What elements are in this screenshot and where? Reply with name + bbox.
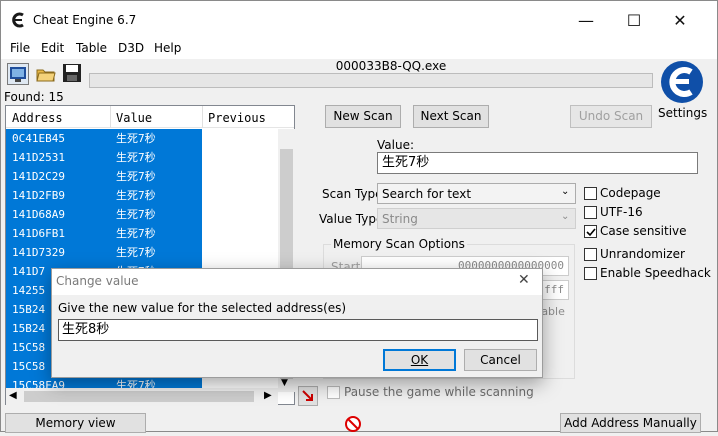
- scan-type-label: Scan Type: [322, 187, 383, 201]
- column-value[interactable]: Value: [116, 111, 152, 125]
- next-scan-button[interactable]: Next Scan: [413, 105, 489, 128]
- new-scan-button[interactable]: New Scan: [325, 105, 401, 128]
- red-arrow-icon: [302, 390, 313, 401]
- new-value-input[interactable]: 生死8秒: [58, 319, 538, 341]
- value-type-label: Value Type: [319, 212, 384, 226]
- checkbox-box[interactable]: [327, 386, 340, 399]
- value-input[interactable]: 生死7秒: [377, 152, 698, 174]
- dialog-title: Change value: [56, 274, 139, 288]
- add-to-list-arrow-button[interactable]: [298, 386, 318, 406]
- scroll-down-arrow-icon[interactable]: ▼: [281, 378, 288, 388]
- cancel-button[interactable]: Cancel: [464, 349, 537, 371]
- stop-icon[interactable]: [344, 415, 362, 433]
- checkbox-box[interactable]: [584, 248, 597, 261]
- cheat-engine-settings-icon: [661, 61, 703, 103]
- main-window: Cheat Engine 6.7 — ☐ ✕ File Edit Table D…: [0, 0, 718, 433]
- dialog-prompt: Give the new value for the selected addr…: [58, 301, 347, 315]
- minimize-button[interactable]: —: [563, 7, 609, 35]
- scroll-left-arrow-icon[interactable]: ◀: [9, 390, 17, 401]
- scan-type-select[interactable]: Search for text ⌄: [377, 183, 576, 204]
- ok-button[interactable]: OK: [383, 349, 456, 371]
- change-value-dialog: Change value ✕ Give the new value for th…: [51, 268, 543, 378]
- table-row[interactable]: 141D2C29 生死7秒: [6, 167, 202, 186]
- checkbox-box[interactable]: [584, 267, 597, 280]
- value-label: Value:: [377, 138, 414, 152]
- menu-help[interactable]: Help: [154, 41, 181, 55]
- window-title: Cheat Engine 6.7: [33, 13, 137, 27]
- cheat-engine-logo-icon: [11, 12, 27, 28]
- hscrollbar-thumb[interactable]: [24, 391, 254, 402]
- undo-scan-button[interactable]: Undo Scan: [570, 105, 652, 128]
- add-address-manually-button[interactable]: Add Address Manually: [560, 413, 701, 433]
- title-bar: Cheat Engine 6.7 — ☐ ✕: [1, 1, 717, 39]
- column-address[interactable]: Address: [12, 111, 63, 125]
- menu-file[interactable]: File: [10, 41, 30, 55]
- table-row[interactable]: 141D6FB1 生死7秒: [6, 224, 202, 243]
- table-row[interactable]: 0C41EB45 生死7秒: [6, 129, 202, 148]
- checkmark-icon: [586, 228, 596, 237]
- menu-table[interactable]: Table: [76, 41, 107, 55]
- dialog-close-icon[interactable]: ✕: [518, 272, 530, 288]
- horizontal-scrollbar[interactable]: ◀ ▶: [6, 388, 278, 405]
- chevron-down-icon: ⌄: [561, 211, 570, 222]
- checkbox-box[interactable]: [584, 187, 597, 200]
- open-process-icon[interactable]: [7, 63, 29, 85]
- memory-view-button[interactable]: Memory view: [5, 413, 146, 433]
- column-previous[interactable]: Previous: [208, 111, 266, 125]
- menu-edit[interactable]: Edit: [41, 41, 64, 55]
- menu-bar: File Edit Table D3D Help: [1, 39, 717, 59]
- maximize-button[interactable]: ☐: [611, 7, 657, 35]
- chevron-down-icon: ⌄: [561, 186, 570, 197]
- memory-scan-options-title: Memory Scan Options: [331, 237, 467, 251]
- save-icon[interactable]: [62, 63, 82, 83]
- found-count: Found: 15: [4, 90, 64, 104]
- table-row[interactable]: 141D2531 生死7秒: [6, 148, 202, 167]
- settings-label: Settings: [658, 106, 708, 120]
- dialog-title-bar: Change value ✕: [52, 269, 542, 295]
- table-row[interactable]: 141D2FB9 生死7秒: [6, 186, 202, 205]
- settings-button[interactable]: Settings: [658, 61, 708, 125]
- scroll-right-arrow-icon[interactable]: ▶: [264, 390, 272, 401]
- list-header: Address Value Previous: [6, 106, 294, 128]
- open-file-icon[interactable]: [35, 63, 57, 85]
- process-name: 000033B8-QQ.exe: [335, 59, 447, 73]
- progress-bar: [89, 73, 653, 88]
- value-type-select[interactable]: String ⌄: [377, 208, 576, 229]
- table-row[interactable]: 141D68A9 生死7秒: [6, 205, 202, 224]
- checkbox-box[interactable]: [584, 206, 597, 219]
- checkbox-box[interactable]: [584, 225, 597, 238]
- table-row[interactable]: 141D7329 生死7秒: [6, 243, 202, 262]
- close-button[interactable]: ✕: [657, 7, 703, 35]
- menu-d3d[interactable]: D3D: [118, 41, 144, 55]
